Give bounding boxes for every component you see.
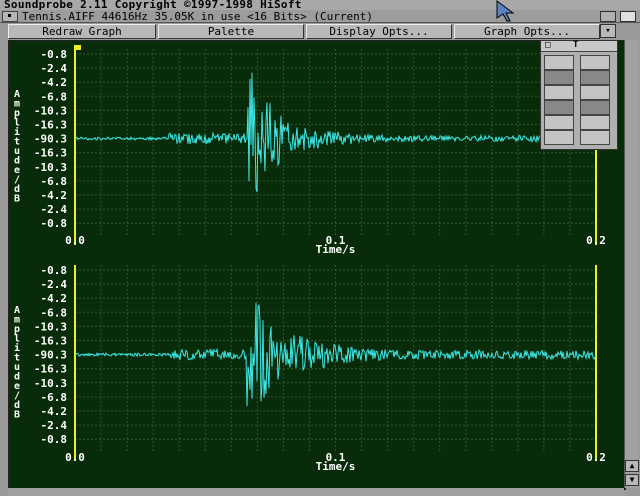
palette-title: T xyxy=(573,40,579,50)
window-title: Tennis.AIFF 44616Hz 35.05K in use <16 Bi… xyxy=(22,10,373,23)
y-tick-label: -0.8 xyxy=(41,433,68,446)
loop-icon[interactable] xyxy=(580,85,610,100)
mouse-pointer-icon xyxy=(496,0,515,22)
waveform-chart: -0.8-2.4-4.2-6.8-10.3-16.3-90.3-16.3-10.… xyxy=(14,45,606,473)
x-tick-label: 0.2 xyxy=(586,234,606,247)
marker-icon[interactable] xyxy=(580,130,610,145)
range-icon[interactable] xyxy=(544,130,574,145)
horizontal-scrollbar[interactable] xyxy=(8,488,624,496)
y-tick-label: -6.8 xyxy=(41,175,68,188)
x-axis-label: Time/s xyxy=(316,243,356,256)
cut-icon[interactable] xyxy=(544,115,574,130)
y-tick-label: -2.4 xyxy=(41,203,68,216)
stop-icon[interactable] xyxy=(580,70,610,85)
zoom-out-icon[interactable] xyxy=(580,100,610,115)
y-tick-label: -0.8 xyxy=(41,48,68,61)
zoom-gadget-icon[interactable] xyxy=(600,11,616,22)
y-tick-label: -2.4 xyxy=(41,278,68,291)
x-tick-label: 0.0 xyxy=(65,234,85,247)
play-icon[interactable] xyxy=(544,70,574,85)
y-tick-label: -10.3 xyxy=(34,104,67,117)
y-tick-label: -4.2 xyxy=(41,292,68,305)
collapse-icon[interactable]: ▾ xyxy=(600,24,616,38)
toolbar: Redraw Graph Palette Display Opts... Gra… xyxy=(0,23,640,39)
display-opts-button[interactable]: Display Opts... xyxy=(306,24,452,39)
x-tick-label: 0.0 xyxy=(65,451,85,464)
y-tick-label: -6.8 xyxy=(41,306,68,319)
palette-header: □ T xyxy=(541,40,617,52)
tool-palette[interactable]: □ T xyxy=(540,40,618,150)
palette-close-icon[interactable]: □ xyxy=(545,40,550,50)
y-tick-label: -16.3 xyxy=(34,363,67,376)
y-tick-label: -90.3 xyxy=(34,349,67,362)
magnify-icon[interactable] xyxy=(544,85,574,100)
y-tick-label: -6.8 xyxy=(41,391,68,404)
y-tick-label: -16.3 xyxy=(34,335,67,348)
scroll-up-icon[interactable]: ▲ xyxy=(625,460,639,472)
y-tick-label: -2.4 xyxy=(41,62,68,75)
copy-to-icon[interactable] xyxy=(544,55,574,70)
x-axis-label: Time/s xyxy=(316,460,356,473)
y-tick-label: -4.2 xyxy=(41,76,68,89)
copy-from-icon[interactable] xyxy=(580,55,610,70)
y-tick-label: -16.3 xyxy=(34,147,67,160)
y-tick-label: -10.3 xyxy=(34,320,67,333)
y-tick-label: -0.8 xyxy=(41,217,68,230)
y-tick-label: -4.2 xyxy=(41,189,68,202)
zoom-in-icon[interactable] xyxy=(544,100,574,115)
range-marker-icon xyxy=(74,45,81,50)
scroll-down-icon[interactable]: ▼ xyxy=(625,474,639,486)
depth-gadget-icon[interactable] xyxy=(620,11,636,22)
y-tick-label: -2.4 xyxy=(41,419,68,432)
y-axis-label-char: B xyxy=(14,194,20,205)
redraw-graph-button[interactable]: Redraw Graph xyxy=(8,24,156,39)
close-icon[interactable] xyxy=(2,11,18,22)
palette-button[interactable]: Palette xyxy=(158,24,304,39)
x-tick-label: 0.2 xyxy=(586,451,606,464)
waveform-plot-area[interactable]: -0.8 -2.4 -4.2 -6.8 -10.3 -16.3 -90.3 -16.3 -10.… xyxy=(8,40,626,490)
title-bar[interactable]: Soundprobe 2.11 Copyright ©1997-1998 HiS… xyxy=(0,0,640,11)
graph-opts-button[interactable]: Graph Opts... xyxy=(454,24,600,39)
y-tick-label: -0.8 xyxy=(41,264,68,277)
paste-icon[interactable] xyxy=(580,115,610,130)
y-axis-label-char: B xyxy=(14,410,20,421)
y-tick-label: -16.3 xyxy=(34,119,67,132)
y-tick-label: -10.3 xyxy=(34,161,67,174)
y-tick-label: -10.3 xyxy=(34,377,67,390)
y-tick-label: -6.8 xyxy=(41,90,68,103)
y-tick-label: -4.2 xyxy=(41,405,68,418)
vertical-scrollbar[interactable] xyxy=(624,40,639,488)
y-tick-label: -90.3 xyxy=(34,133,67,146)
